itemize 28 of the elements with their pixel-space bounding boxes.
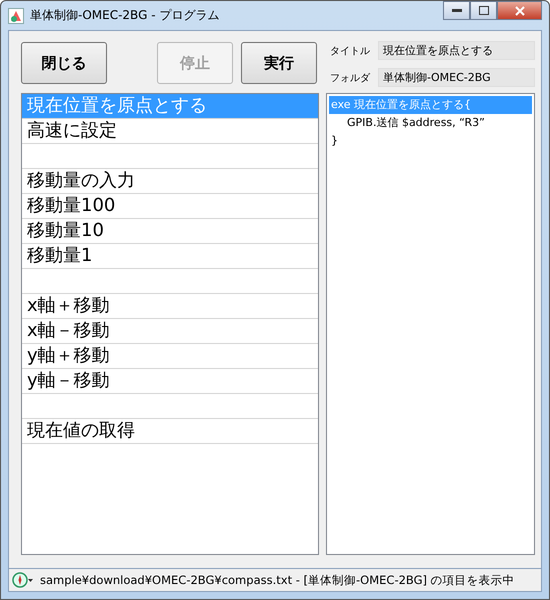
field-label: フォルダ xyxy=(330,72,372,84)
minimize-icon xyxy=(452,8,462,12)
list-item[interactable]: 移動量10 xyxy=(22,219,318,244)
list-item[interactable]: 移動量1 xyxy=(22,244,318,269)
text-field[interactable]: 単体制御-OMEC-2BG xyxy=(378,68,535,87)
list-item[interactable]: x軸＋移動 xyxy=(22,294,318,319)
code-line: GPIB.送信 $address, “R3” xyxy=(346,115,486,131)
list-item[interactable]: 高速に設定 xyxy=(22,119,318,144)
status-text: sample¥download¥OMEC-2BG¥compass.txt - [単体制御-OMEC-2BG] の項目を表示中 xyxy=(40,572,515,588)
list-item[interactable]: y軸＋移動 xyxy=(22,344,318,369)
close-icon xyxy=(514,6,524,16)
run-button[interactable]: 実行 xyxy=(241,42,317,84)
close-button[interactable] xyxy=(497,1,542,20)
minimize-button[interactable] xyxy=(443,1,470,20)
maximize-icon xyxy=(478,6,488,15)
window-title: 単体制御-OMEC-2BG - プログラム xyxy=(30,7,220,24)
code-line: } xyxy=(330,133,339,149)
list-item[interactable]: 移動量の入力 xyxy=(22,169,318,194)
field-label: タイトル xyxy=(330,44,371,58)
list-item[interactable]: 現在値の取得 xyxy=(22,419,318,444)
close-button[interactable]: 閉じる xyxy=(21,42,107,84)
list-item[interactable]: x軸－移動 xyxy=(22,319,318,344)
maximize-button[interactable] xyxy=(470,1,497,20)
list-item[interactable]: 移動量100 xyxy=(22,194,318,219)
text-field[interactable]: 現在位置を原点とする xyxy=(378,41,535,60)
compass-icon[interactable] xyxy=(12,572,34,588)
app-icon xyxy=(8,8,24,24)
list-item[interactable]: y軸－移動 xyxy=(22,369,318,394)
